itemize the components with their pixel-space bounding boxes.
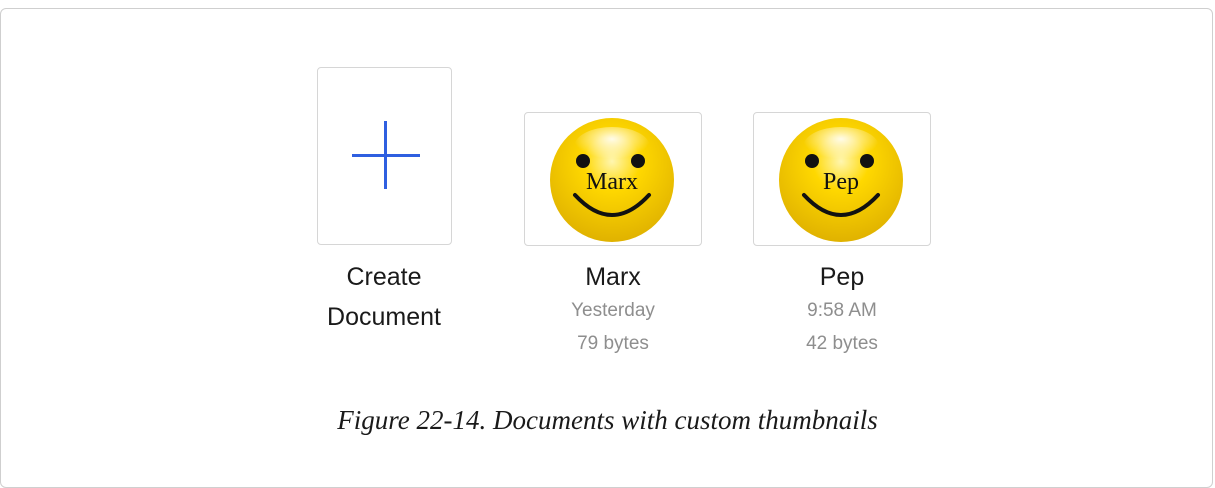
document-modified: 9:58 AM [807, 300, 877, 321]
document-name[interactable]: Pep [742, 262, 942, 292]
document-size: 42 bytes [806, 333, 878, 354]
document-thumbnail-pep[interactable]: Pep [753, 112, 931, 246]
document-name[interactable]: Marx [513, 262, 713, 292]
create-document-label-line2: Document [327, 303, 441, 331]
thumbnail-text: Pep [823, 169, 859, 195]
create-document-button[interactable] [317, 67, 452, 245]
figure-caption: Figure 22-14. Documents with custom thum… [337, 405, 878, 435]
document-modified: Yesterday [571, 300, 655, 321]
thumbnail-text: Marx [586, 169, 638, 195]
create-document-label-line1: Create [346, 263, 422, 291]
document-size: 79 bytes [577, 333, 649, 354]
smiley-face-icon: Pep [779, 118, 903, 242]
plus-icon-horizontal [352, 154, 420, 157]
document-thumbnail-marx[interactable]: Marx [524, 112, 702, 246]
smiley-face-icon: Marx [550, 118, 674, 242]
